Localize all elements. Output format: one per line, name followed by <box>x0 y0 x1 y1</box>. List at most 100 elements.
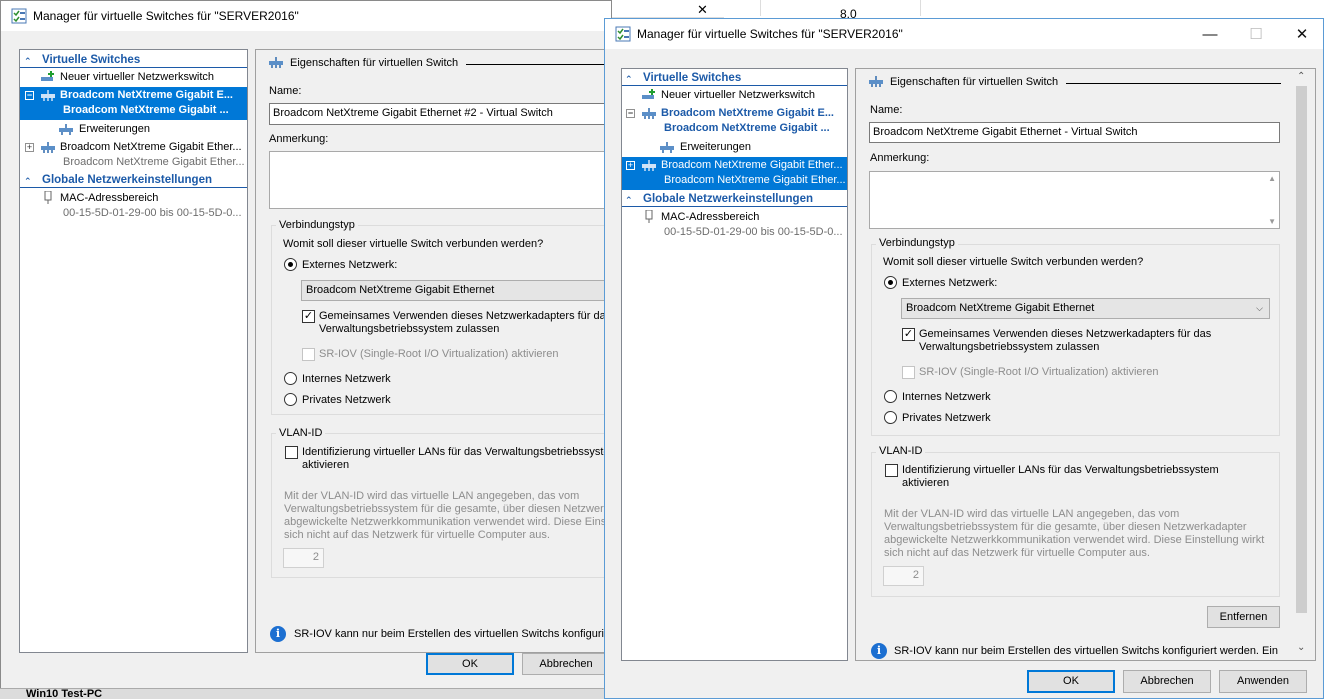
vlan-description: Mit der VLAN-ID wird das virtuelle LAN a… <box>284 490 580 502</box>
back-cancel-button[interactable]: Abbrechen <box>522 653 610 675</box>
private-network-label: Privates Netzwerk <box>302 394 391 406</box>
vlan-description-2: Verwaltungsbetriebssystem für die gesamt… <box>884 521 1247 533</box>
maximize-icon[interactable]: ☐ <box>1233 19 1279 49</box>
front-switch-manager-window: Manager für virtuelle Switches für "SERV… <box>604 18 1324 699</box>
external-network-label: Externes Netzwerk: <box>902 277 998 289</box>
collapse-chevron-icon[interactable]: ⌃ <box>24 55 34 67</box>
internal-network-label: Internes Netzwerk <box>902 391 991 403</box>
expand-toggle-icon[interactable]: + <box>25 143 34 152</box>
virtual-switch-icon <box>41 90 55 101</box>
tree-item-new-switch[interactable]: Neuer virtueller Netzwerkswitch <box>20 69 247 86</box>
tree-item-extensions[interactable]: Erweiterungen <box>20 121 247 138</box>
external-network-radio[interactable] <box>284 258 297 271</box>
private-network-radio[interactable] <box>284 393 297 406</box>
close-icon[interactable]: ✕ <box>1279 19 1324 49</box>
external-network-radio[interactable] <box>884 276 897 289</box>
front-window-title: Manager für virtuelle Switches für "SERV… <box>637 27 903 41</box>
connection-type-group <box>871 244 1280 436</box>
scroll-up-icon[interactable]: ▲ <box>1268 174 1276 183</box>
front-properties-panel: Eigenschaften für virtuellen Switch Name… <box>855 68 1316 661</box>
sriov-checkbox[interactable] <box>302 348 315 361</box>
virtual-switch-icon <box>642 108 656 119</box>
connection-type-title: Verbindungstyp <box>876 237 958 249</box>
note-label: Anmerkung: <box>269 133 329 145</box>
back-ok-button[interactable]: OK <box>426 653 514 675</box>
tree-item-switch-2[interactable]: + Broadcom NetXtreme Gigabit Ether... Br… <box>20 139 247 172</box>
collapse-toggle-icon[interactable]: − <box>25 91 34 100</box>
note-field[interactable] <box>269 151 612 209</box>
front-titlebar[interactable]: Manager für virtuelle Switches für "SERV… <box>605 19 1323 49</box>
sriov-checkbox[interactable] <box>902 366 915 379</box>
tree-item-mac-range[interactable]: MAC-Adressbereich 00-15-5D-01-29-00 bis … <box>622 209 847 242</box>
tree-item-label: Erweiterungen <box>79 123 150 135</box>
virtual-switch-icon <box>642 160 656 171</box>
tree-item-switch-1[interactable]: − Broadcom NetXtreme Gigabit E... Broadc… <box>20 87 247 120</box>
collapse-chevron-icon[interactable]: ⌃ <box>625 73 635 85</box>
front-ok-button[interactable]: OK <box>1027 670 1115 693</box>
panel-scrollbar[interactable]: ⌃ ⌄ <box>1293 71 1310 658</box>
front-cancel-button[interactable]: Abbrechen <box>1123 670 1211 693</box>
chevron-down-icon[interactable]: ⌵ <box>1256 303 1263 314</box>
tree-item-label: MAC-Adressbereich <box>60 192 159 204</box>
heading-rule <box>1066 83 1281 84</box>
share-adapter-checkbox[interactable]: ✓ <box>302 310 315 323</box>
scroll-down-icon[interactable]: ⌄ <box>1297 642 1305 653</box>
collapse-chevron-icon[interactable]: ⌃ <box>24 175 34 187</box>
private-network-radio[interactable] <box>884 411 897 424</box>
external-network-label: Externes Netzwerk: <box>302 259 398 271</box>
name-label: Name: <box>870 104 903 116</box>
tree-item-label: Broadcom NetXtreme Gigabit E... <box>661 107 834 119</box>
vlan-description-3: abgewickelte Netzwerkkommunikation verwe… <box>884 534 1265 546</box>
share-adapter-label-2: Verwaltungsbetriebssystem zulassen <box>919 341 1100 353</box>
section-label: Globale Netzwerkeinstellungen <box>643 193 813 205</box>
collapse-toggle-icon[interactable]: − <box>626 109 635 118</box>
adapter-select[interactable]: Broadcom NetXtreme Gigabit Ethernet <box>301 280 612 301</box>
vlan-id-field[interactable]: 2 <box>883 566 924 586</box>
note-field[interactable]: ▲ ▼ <box>869 171 1280 229</box>
section-divider <box>20 187 247 188</box>
sriov-label: SR-IOV (Single-Root I/O Virtualization) … <box>919 366 1159 378</box>
vlan-enable-label-2: aktivieren <box>902 477 950 489</box>
name-label: Name: <box>269 85 302 97</box>
vlan-id-field[interactable]: 2 <box>283 548 324 568</box>
vlan-group-title: VLAN-ID <box>876 445 926 457</box>
collapse-chevron-icon[interactable]: ⌃ <box>625 194 635 206</box>
section-label: Globale Netzwerkeinstellungen <box>42 174 212 186</box>
share-adapter-checkbox[interactable]: ✓ <box>902 328 915 341</box>
taskbar-item-label[interactable]: Win10 Test-PC <box>26 688 102 700</box>
bg-close-icon[interactable]: ✕ <box>697 2 708 18</box>
tree-item-sublabel: 00-15-5D-01-29-00 bis 00-15-5D-0... <box>63 207 242 219</box>
scroll-up-icon[interactable]: ⌃ <box>1297 71 1305 82</box>
tree-item-switch-1[interactable]: − Broadcom NetXtreme Gigabit E... Broadc… <box>622 105 847 138</box>
tree-item-sublabel: 00-15-5D-01-29-00 bis 00-15-5D-0... <box>664 226 843 238</box>
back-navigation-tree[interactable]: ⌃ Virtuelle Switches Neuer virtueller Ne… <box>19 49 248 653</box>
back-titlebar[interactable]: Manager für virtuelle Switches für "SERV… <box>1 1 611 31</box>
expand-toggle-icon[interactable]: + <box>626 161 635 170</box>
vlan-enable-checkbox[interactable] <box>885 464 898 477</box>
internal-network-radio[interactable] <box>284 372 297 385</box>
front-navigation-tree[interactable]: ⌃ Virtuelle Switches Neuer virtueller Ne… <box>621 68 848 661</box>
minimize-icon[interactable]: — <box>1187 19 1233 49</box>
network-adapter-icon <box>44 191 52 204</box>
remove-button[interactable]: Entfernen <box>1207 606 1280 628</box>
section-label: Virtuelle Switches <box>643 72 742 84</box>
back-window-title: Manager für virtuelle Switches für "SERV… <box>33 9 299 23</box>
tree-item-mac-range[interactable]: MAC-Adressbereich 00-15-5D-01-29-00 bis … <box>20 190 247 223</box>
adapter-select[interactable]: Broadcom NetXtreme Gigabit Ethernet ⌵ <box>901 298 1270 319</box>
note-label: Anmerkung: <box>870 152 930 164</box>
vlan-enable-checkbox[interactable] <box>285 446 298 459</box>
connection-type-title: Verbindungstyp <box>276 219 358 231</box>
name-field[interactable]: Broadcom NetXtreme Gigabit Ethernet - Vi… <box>869 122 1280 143</box>
front-apply-button[interactable]: Anwenden <box>1219 670 1307 693</box>
scrollbar-thumb[interactable] <box>1296 86 1307 613</box>
internal-network-radio[interactable] <box>884 390 897 403</box>
tree-item-extensions[interactable]: Erweiterungen <box>622 139 847 156</box>
tree-item-switch-2[interactable]: + Broadcom NetXtreme Gigabit Ether... Br… <box>622 157 847 190</box>
bg-grid-line <box>760 0 761 16</box>
tree-item-new-switch[interactable]: Neuer virtueller Netzwerkswitch <box>622 87 847 104</box>
virtual-switch-icon <box>269 57 283 68</box>
name-field[interactable]: Broadcom NetXtreme Gigabit Ethernet #2 -… <box>269 103 612 125</box>
network-adapter-icon <box>645 210 653 223</box>
tree-item-label: Erweiterungen <box>680 141 751 153</box>
scroll-down-icon[interactable]: ▼ <box>1268 217 1276 226</box>
